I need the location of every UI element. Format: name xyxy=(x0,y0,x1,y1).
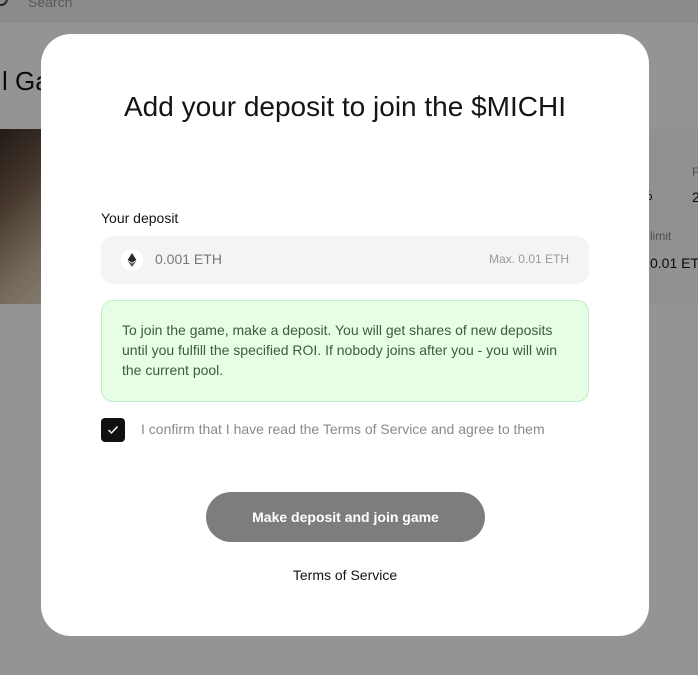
deposit-max-button[interactable]: Max. 0.01 ETH xyxy=(489,252,569,266)
terms-of-service-link[interactable]: Terms of Service xyxy=(41,567,649,583)
confirm-checkbox[interactable] xyxy=(101,418,125,442)
deposit-input[interactable]: 0.001 ETH Max. 0.01 ETH xyxy=(101,236,589,284)
deposit-label: Your deposit xyxy=(101,210,179,226)
deposit-value: 0.001 ETH xyxy=(155,251,222,267)
make-deposit-button[interactable]: Make deposit and join game xyxy=(206,492,485,542)
confirm-label[interactable]: I confirm that I have read the Terms of … xyxy=(141,421,545,437)
modal-title: Add your deposit to join the $MICHI xyxy=(123,91,566,122)
info-notice: To join the game, make a deposit. You wi… xyxy=(101,300,589,402)
ethereum-icon xyxy=(121,249,143,271)
checkmark-icon xyxy=(108,426,119,435)
deposit-modal: Add your deposit to join the $MICHI Your… xyxy=(41,34,649,636)
